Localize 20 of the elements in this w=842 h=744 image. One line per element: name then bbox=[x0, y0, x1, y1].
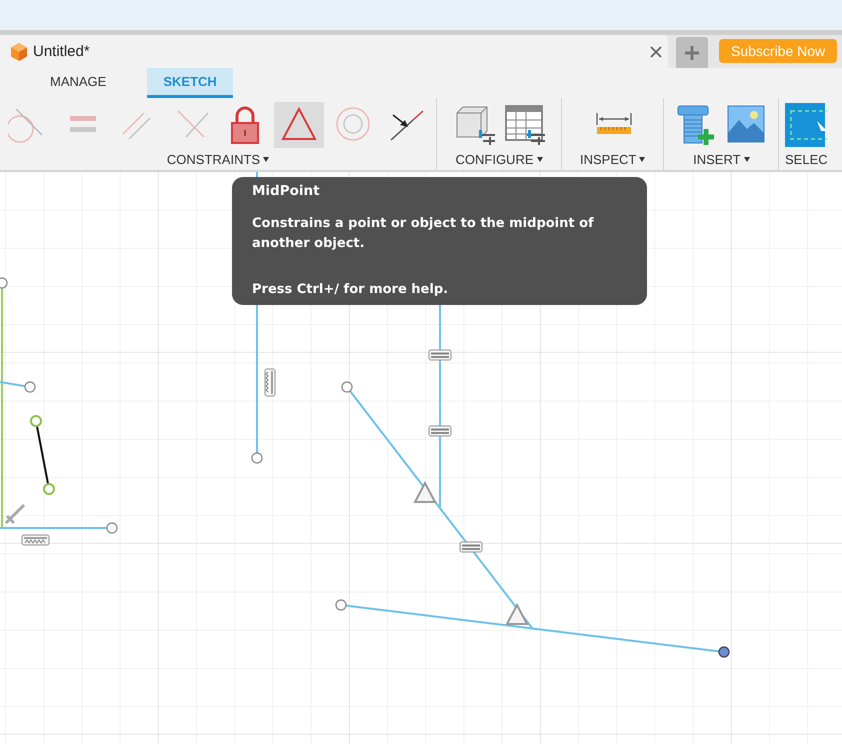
tooltip-hint: Press Ctrl+/ for more help. bbox=[252, 282, 450, 297]
table-slider-icon bbox=[503, 103, 545, 147]
selection-box-tool[interactable] bbox=[783, 102, 830, 148]
tooltip-title: MidPoint bbox=[252, 183, 321, 199]
group-label[interactable]: CONSTRAINTS bbox=[166, 152, 270, 167]
document-title: Untitled* bbox=[33, 43, 90, 60]
new-tab-button[interactable] bbox=[676, 37, 708, 68]
triangle-tool[interactable] bbox=[274, 102, 324, 148]
ribbon-tab[interactable]: MANAGE bbox=[37, 68, 120, 98]
cube-icon bbox=[10, 42, 28, 62]
close-icon[interactable] bbox=[650, 46, 662, 58]
plus-icon bbox=[684, 44, 700, 60]
group-label[interactable]: CONFIGURE bbox=[456, 152, 542, 167]
tooltip-description: Constrains a point or object to the midpoint of another object. bbox=[252, 215, 595, 253]
selection-box-icon bbox=[785, 103, 828, 147]
document-tab[interactable]: Untitled* bbox=[0, 35, 668, 68]
group-label[interactable]: INSERT bbox=[693, 152, 750, 167]
group-label[interactable]: SELEC bbox=[785, 152, 828, 167]
sketch-drawing[interactable] bbox=[0, 172, 730, 658]
group-label[interactable]: INSPECT bbox=[580, 152, 646, 167]
